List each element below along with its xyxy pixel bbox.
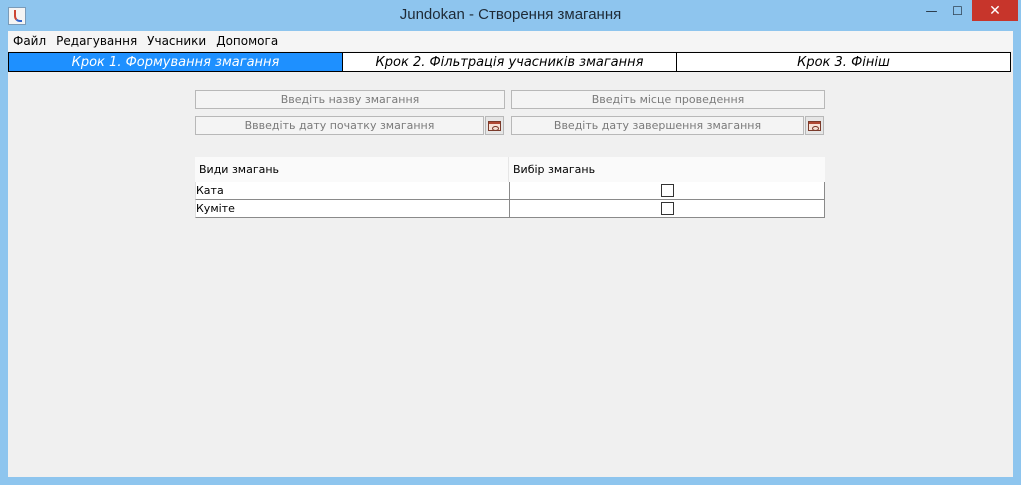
calendar-icon bbox=[488, 120, 501, 131]
application-window: Jundokan - Створення змагання — ☐ ✕ Файл… bbox=[0, 0, 1021, 485]
end-date-field[interactable]: Введіть дату завершення змагання bbox=[511, 116, 804, 135]
minimize-button[interactable]: — bbox=[918, 0, 945, 21]
column-header-selection[interactable]: Вибір змагань bbox=[509, 157, 825, 182]
start-date-calendar-button[interactable] bbox=[485, 116, 504, 135]
menu-edit[interactable]: Редагування bbox=[55, 34, 138, 48]
window-title: Jundokan - Створення змагання bbox=[399, 6, 622, 23]
tab-step-2[interactable]: Крок 2. Фільтрація учасників змагання bbox=[343, 53, 677, 71]
menu-participants[interactable]: Учасники bbox=[146, 34, 207, 48]
close-button[interactable]: ✕ bbox=[972, 0, 1018, 21]
menu-file[interactable]: Файл bbox=[12, 34, 47, 48]
cell-selection bbox=[510, 182, 825, 199]
start-date-field[interactable]: Ввведіть дату початку змагання bbox=[195, 116, 484, 135]
tab-step-1[interactable]: Крок 1. Формування змагання bbox=[9, 53, 343, 71]
step-tabs: Крок 1. Формування змагання Крок 2. Філь… bbox=[8, 52, 1011, 72]
competition-types-table: Види змагань Вибір змагань Ката Куміте bbox=[195, 157, 825, 218]
competition-name-field[interactable]: Введіть назву змагання bbox=[195, 90, 505, 109]
column-header-types[interactable]: Види змагань bbox=[195, 157, 509, 182]
venue-field[interactable]: Введіть місце проведення bbox=[511, 90, 825, 109]
table-row[interactable]: Куміте bbox=[195, 200, 825, 218]
cell-type-name: Куміте bbox=[196, 200, 510, 217]
calendar-icon bbox=[808, 120, 821, 131]
client-area: Файл Редагування Учасники Допомога Крок … bbox=[8, 31, 1013, 477]
cell-selection bbox=[510, 200, 825, 217]
title-bar[interactable]: Jundokan - Створення змагання — ☐ ✕ bbox=[0, 0, 1021, 31]
table-header: Види змагань Вибір змагань bbox=[195, 157, 825, 182]
menu-help[interactable]: Допомога bbox=[215, 34, 279, 48]
tab-step-3[interactable]: Крок 3. Фініш bbox=[677, 53, 1010, 71]
table-row[interactable]: Ката bbox=[195, 182, 825, 200]
kata-checkbox[interactable] bbox=[660, 184, 674, 197]
kumite-checkbox[interactable] bbox=[660, 202, 674, 215]
menu-bar: Файл Редагування Учасники Допомога bbox=[8, 31, 1013, 51]
maximize-button[interactable]: ☐ bbox=[944, 0, 971, 21]
cell-type-name: Ката bbox=[196, 182, 510, 199]
end-date-calendar-button[interactable] bbox=[805, 116, 824, 135]
